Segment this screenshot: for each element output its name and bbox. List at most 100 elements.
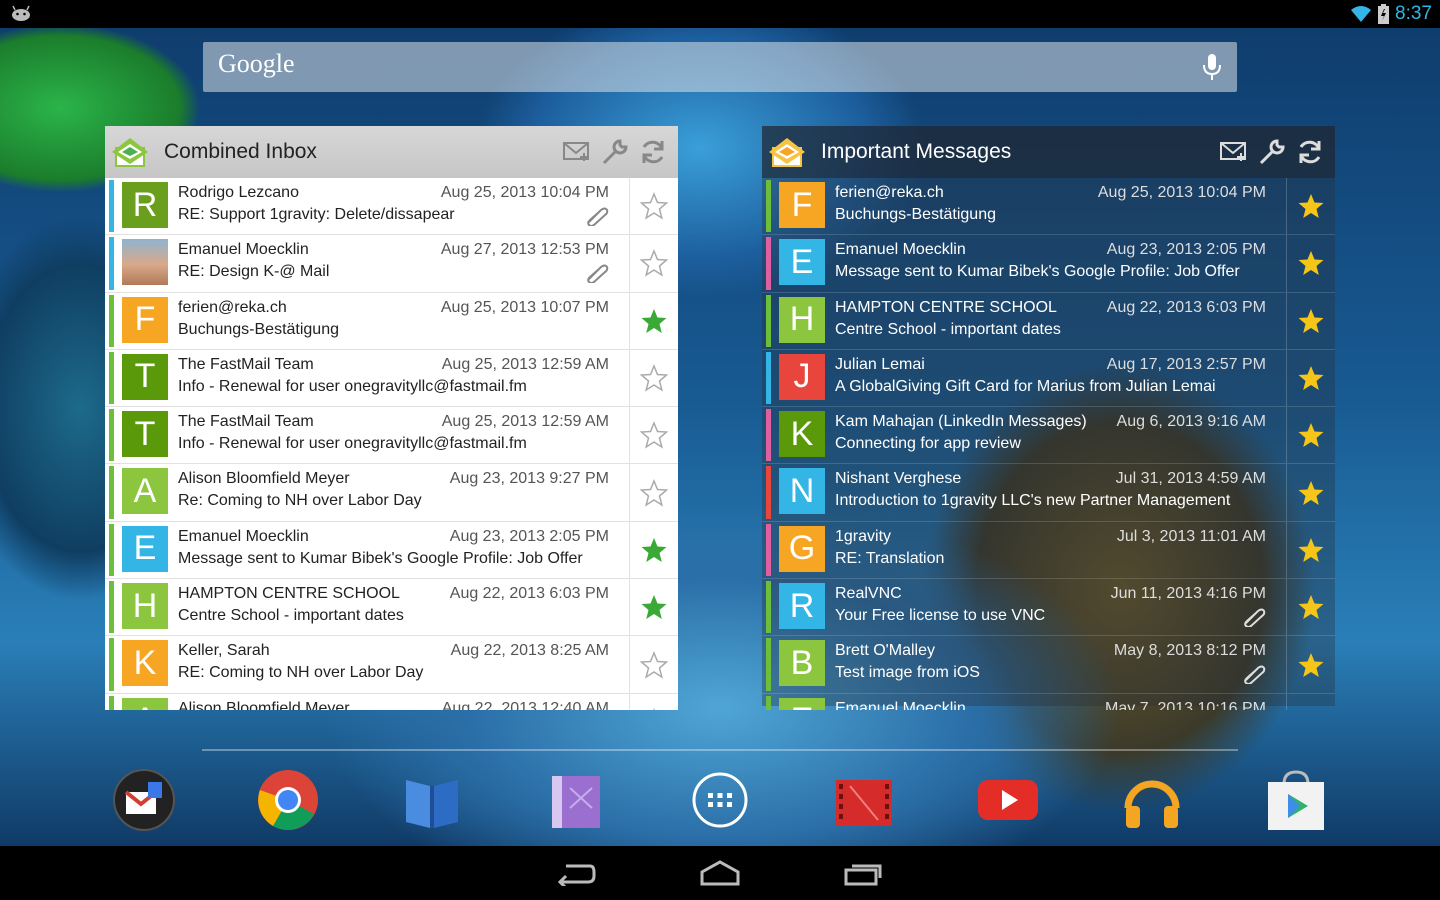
star-toggle[interactable] [1286, 579, 1335, 636]
home-icon[interactable] [700, 860, 740, 886]
star-toggle[interactable] [629, 235, 678, 292]
star-toggle[interactable] [629, 636, 678, 693]
sender-name: Rodrigo Lezcano [178, 184, 299, 201]
star-toggle[interactable] [629, 407, 678, 464]
star-toggle[interactable] [629, 521, 678, 579]
message-row[interactable]: B Brett O'Malley May 8, 2013 8:12 PM Test i… [762, 636, 1335, 694]
message-body: Nishant Verghese Jul 31, 2013 4:59 AM Intr… [829, 464, 1286, 520]
star-toggle[interactable] [1286, 693, 1335, 710]
message-date: Aug 22, 2013 6:03 PM [449, 585, 609, 603]
message-row[interactable]: Fferien@reka.ch Aug 25, 2013 10:07 PM Buch… [105, 292, 678, 350]
star-toggle[interactable] [629, 464, 678, 521]
message-subject: Message sent to Kumar Bibek's Google Pro… [178, 549, 583, 567]
star-toggle[interactable] [1286, 178, 1335, 235]
message-subject: Introduction to 1gravity LLC's new Partn… [835, 492, 1231, 510]
combined-inbox-list[interactable]: R Rodrigo Lezcano Aug 25, 2013 10:04 PM RE:… [105, 178, 678, 710]
sender-name: Emanuel Moecklin [835, 699, 966, 710]
message-row[interactable]: H HAMPTON CENTRE SCHOOL Aug 22, 2013 6:03 … [762, 292, 1335, 350]
star-toggle[interactable] [1286, 636, 1335, 693]
refresh-icon[interactable] [638, 137, 668, 167]
message-row[interactable]: A Alison Bloomfield Meyer Aug 22, 2013 12:… [105, 693, 678, 710]
message-subject: Buchungs-Bestätigung [835, 206, 996, 223]
message-row[interactable]: E Emanuel Moecklin Aug 23, 2013 2:05 PM Mes… [105, 521, 678, 580]
message-row[interactable]: T The FastMail Team Aug 25, 2013 12:59 AM I… [105, 349, 678, 408]
wifi-icon [1351, 6, 1372, 22]
important-messages-list[interactable]: Fferien@reka.ch Aug 25, 2013 10:04 PM Buch… [762, 178, 1335, 710]
contact-avatar: N [779, 468, 825, 515]
message-row[interactable]: T The FastMail Team Aug 25, 2013 12:59 AM I… [105, 407, 678, 465]
sender-name: Alison Bloomfield Meyer [178, 470, 350, 488]
message-date: Aug 25, 2013 10:04 PM [440, 184, 609, 201]
back-icon[interactable] [556, 860, 596, 886]
compose-icon[interactable] [562, 137, 592, 167]
status-bar: 8:37 [0, 0, 1440, 28]
message-date: Aug 17, 2013 2:57 PM [1106, 355, 1266, 373]
play-movies-icon[interactable] [832, 768, 896, 832]
sender-name: Nishant Verghese [835, 470, 962, 488]
message-row[interactable]: G 1gravity Jul 3, 2013 11:01 AM RE: Transla… [762, 521, 1335, 580]
google-search-bar[interactable]: Google [203, 42, 1237, 92]
message-subject: RE: Support 1gravity: Delete/dissapear [178, 206, 455, 223]
star-toggle[interactable] [629, 178, 678, 235]
message-row[interactable]: E Emanuel Moecklin May 7, 2013 10:16 PM [762, 693, 1335, 710]
star-toggle[interactable] [1286, 349, 1335, 407]
message-row[interactable]: R Rodrigo Lezcano Aug 25, 2013 10:04 PM RE:… [105, 178, 678, 236]
gmail-folder-icon[interactable] [112, 768, 176, 832]
android-notification-icon [12, 5, 30, 21]
message-row[interactable]: N Nishant Verghese Jul 31, 2013 4:59 AM Int… [762, 464, 1335, 522]
message-subject: A GlobalGiving Gift Card for Marius from… [835, 377, 1216, 395]
sender-name: ferien@reka.ch [178, 298, 287, 316]
app-drawer-icon[interactable] [688, 768, 752, 832]
star-toggle[interactable] [1286, 292, 1335, 349]
message-row[interactable]: A Alison Bloomfield Meyer Aug 23, 2013 9:2… [105, 464, 678, 522]
star-toggle[interactable] [629, 579, 678, 636]
message-date: May 7, 2013 10:16 PM [1105, 699, 1266, 710]
compose-icon[interactable] [1219, 137, 1249, 167]
message-row[interactable]: H HAMPTON CENTRE SCHOOL Aug 22, 2013 6:03 … [105, 579, 678, 637]
message-row[interactable]: E Emanuel Moecklin Aug 23, 2013 2:05 PM Mes… [762, 235, 1335, 293]
account-color-bar [109, 294, 114, 347]
message-date: Jul 31, 2013 4:59 AM [1115, 470, 1266, 488]
message-body: Brett O'Malley May 8, 2013 8:12 PM Test im… [829, 636, 1286, 692]
star-toggle[interactable] [1286, 407, 1335, 464]
message-body: Kam Mahajan (LinkedIn Messages) Aug 6, 20… [829, 407, 1286, 463]
message-body: HAMPTON CENTRE SCHOOL Aug 22, 2013 6:03 P… [829, 293, 1286, 349]
message-subject: Buchungs-Bestätigung [178, 320, 339, 338]
star-toggle[interactable] [1286, 521, 1335, 579]
chrome-icon[interactable] [256, 768, 320, 832]
refresh-icon[interactable] [1295, 137, 1325, 167]
settings-wrench-icon[interactable] [600, 137, 630, 167]
play-magazines-icon[interactable] [544, 768, 608, 832]
account-color-bar [766, 409, 771, 462]
recent-apps-icon[interactable] [844, 860, 884, 886]
star-icon [640, 478, 668, 507]
message-row[interactable]: Fferien@reka.ch Aug 25, 2013 10:04 PM Buch… [762, 178, 1335, 236]
play-books-icon[interactable] [400, 768, 464, 832]
star-toggle[interactable] [1286, 235, 1335, 292]
play-music-icon[interactable] [1120, 768, 1184, 832]
star-toggle[interactable] [629, 693, 678, 710]
k9-mail-icon[interactable] [110, 132, 150, 172]
account-color-bar [109, 409, 114, 462]
message-row[interactable]: K Keller, Sarah Aug 22, 2013 8:25 AM RE: Co… [105, 636, 678, 694]
message-date: Aug 25, 2013 10:04 PM [1097, 184, 1266, 201]
message-row[interactable]: J Julian Lemai Aug 17, 2013 2:57 PM A Globa… [762, 349, 1335, 408]
message-date: Aug 25, 2013 10:07 PM [440, 298, 609, 316]
account-color-bar [766, 237, 771, 290]
message-subject: Centre School - important dates [835, 320, 1061, 338]
message-row[interactable]: R RealVNC Jun 11, 2013 4:16 PM Your Free li… [762, 579, 1335, 637]
star-toggle[interactable] [629, 292, 678, 349]
contact-avatar: A [122, 468, 168, 515]
star-toggle[interactable] [629, 349, 678, 407]
message-subject: Connecting for app review [835, 435, 1021, 453]
youtube-icon[interactable] [976, 768, 1040, 832]
message-row[interactable]: Emanuel Moecklin Aug 27, 2013 12:53 PM RE:… [105, 235, 678, 293]
play-store-icon[interactable] [1264, 768, 1328, 832]
k9-mail-icon[interactable] [767, 132, 807, 172]
settings-wrench-icon[interactable] [1257, 137, 1287, 167]
contact-avatar [122, 239, 168, 286]
message-row[interactable]: K Kam Mahajan (LinkedIn Messages) Aug 6, 2… [762, 407, 1335, 465]
microphone-icon[interactable] [1201, 52, 1223, 82]
star-toggle[interactable] [1286, 464, 1335, 521]
message-body: Emanuel Moecklin Aug 23, 2013 2:05 PM Mess… [829, 235, 1286, 291]
